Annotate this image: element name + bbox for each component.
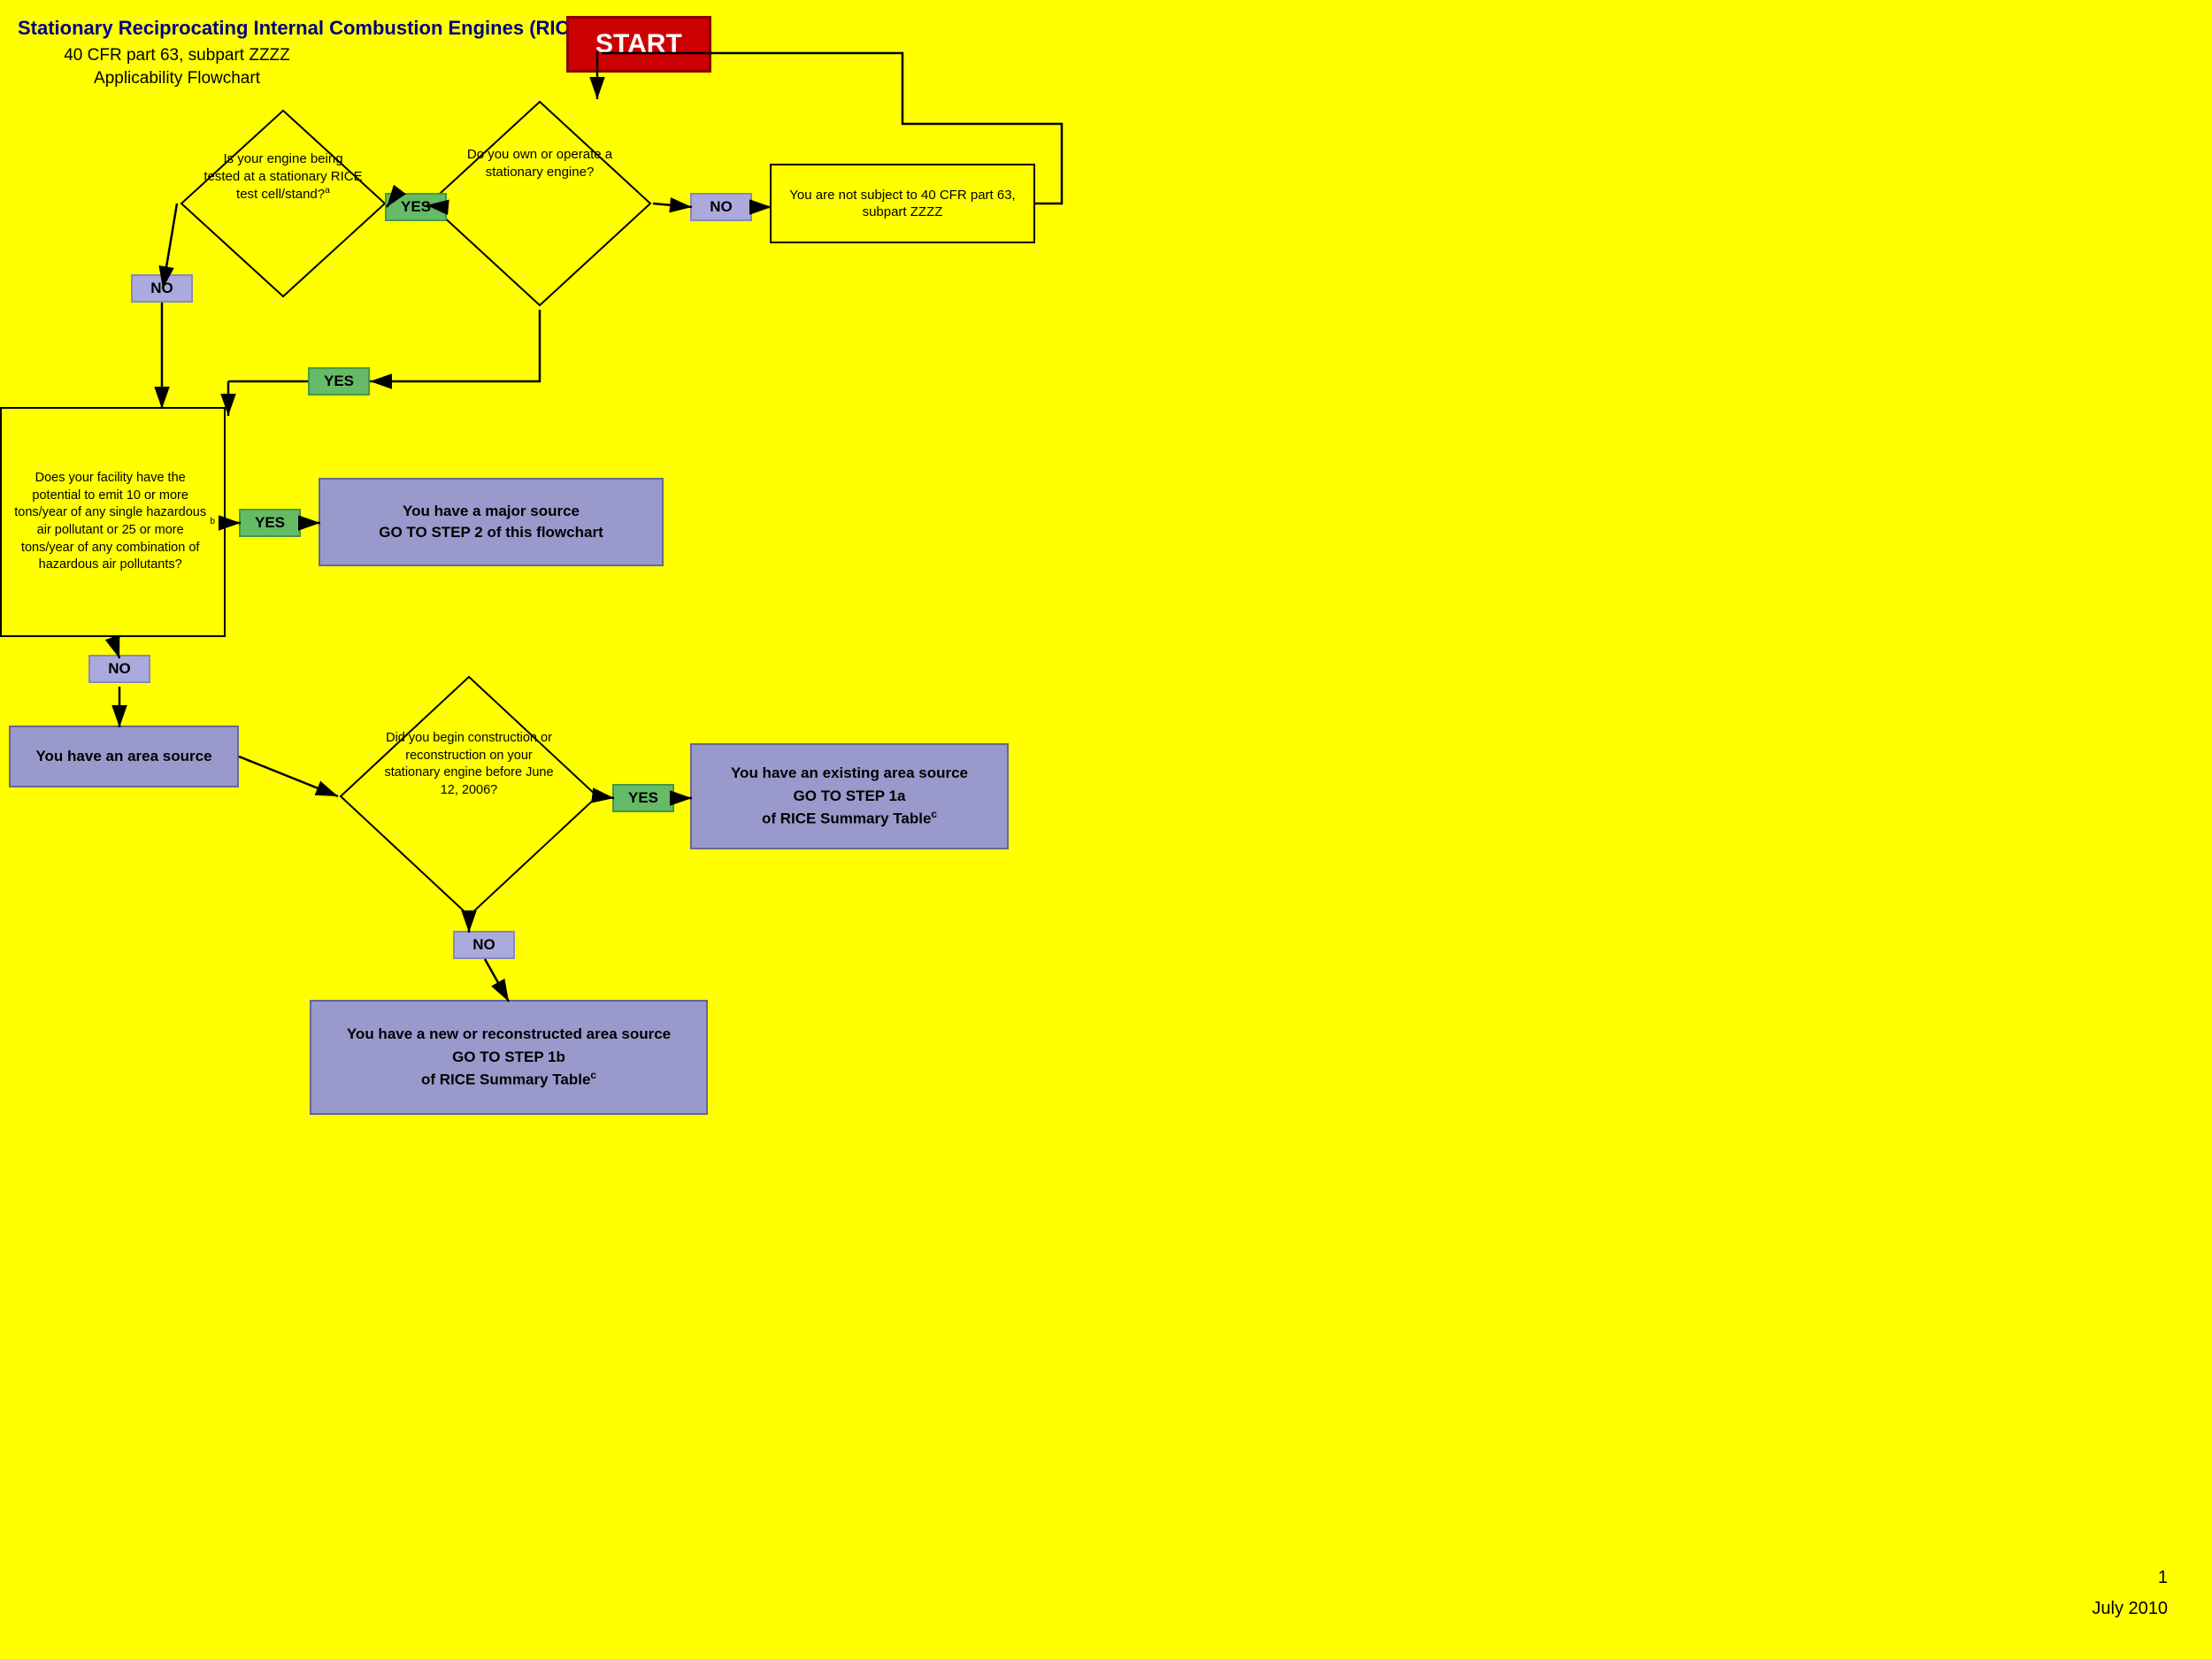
- page-title: Stationary Reciprocating Internal Combus…: [18, 16, 588, 42]
- major-source-box: You have a major source GO TO STEP 2 of …: [319, 478, 664, 566]
- start-button: START: [566, 16, 711, 73]
- diamond1-yes-connector: YES: [385, 193, 447, 221]
- diamond4-text: Did you begin construction or reconstruc…: [376, 730, 562, 799]
- page-subtitle1: 40 CFR part 63, subpart ZZZZ: [18, 46, 336, 65]
- diamond3-no-connector: NO: [88, 655, 150, 683]
- diamond3-text: Does your facility have the potential to…: [0, 407, 226, 637]
- diamond3-container: Does your facility have the potential to…: [0, 407, 248, 655]
- diamond1-container: Is your engine being tested at a station…: [177, 106, 389, 301]
- diamond2-container: Do you own or operate a stationary engin…: [425, 97, 655, 310]
- new-area-box: You have a new or reconstructed area sou…: [310, 1000, 708, 1115]
- page-number: 1: [2158, 1568, 2168, 1588]
- diamond4-no-connector: NO: [453, 931, 515, 959]
- area-source-box: You have an area source: [9, 726, 239, 787]
- page-date: July 2010: [2092, 1599, 2168, 1619]
- diamond3-yes-connector: YES: [239, 509, 301, 537]
- page-subtitle2: Applicability Flowchart: [18, 69, 336, 88]
- diamond1-no-connector: NO: [131, 274, 193, 303]
- diamond4-container: Did you begin construction or reconstruc…: [336, 672, 602, 920]
- existing-area-box: You have an existing area source GO TO S…: [690, 743, 1009, 849]
- diamond2-text: Do you own or operate a stationary engin…: [456, 146, 624, 180]
- not-subject-box: You are not subject to 40 CFR part 63, s…: [770, 164, 1035, 243]
- diamond1-text: Is your engine being tested at a station…: [204, 150, 363, 204]
- diamond2-no-connector: NO: [690, 193, 752, 221]
- diamond4-yes-connector: YES: [612, 784, 674, 812]
- diamond1-yes-bottom-connector: YES: [308, 367, 370, 396]
